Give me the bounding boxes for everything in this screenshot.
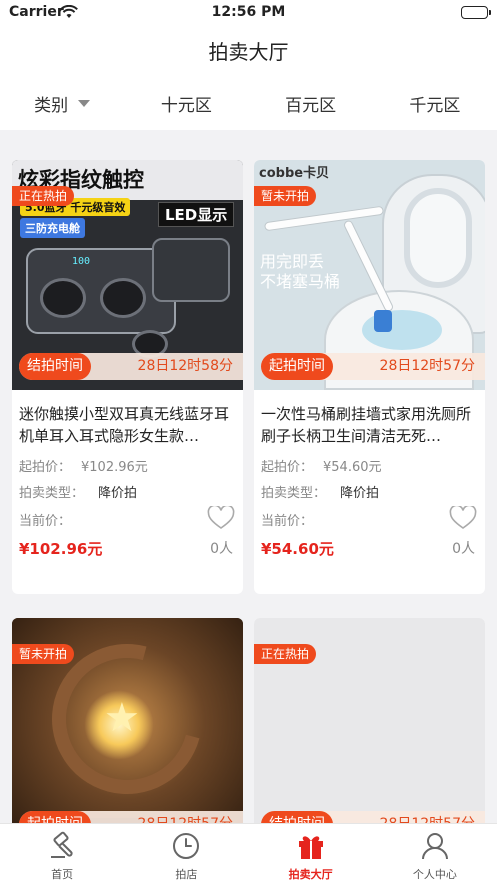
auction-type-row: 拍卖类型： 降价拍 xyxy=(261,482,379,501)
time-value: 28日12时58分 xyxy=(137,358,233,374)
tab-auction-hall[interactable]: 拍卖大厅 xyxy=(249,824,373,883)
start-price-label: 起拍价： xyxy=(19,460,72,475)
filter-thousand-yuan[interactable]: 千元区 xyxy=(373,76,497,130)
image-text: 用完即丢 xyxy=(260,252,325,271)
time-label: 起拍时间 xyxy=(261,353,333,380)
auction-card[interactable]: ★ 暂未开拍 起拍时间 28日12时57分 xyxy=(12,618,243,823)
auction-time-strip: 结拍时间 28日12时58分 xyxy=(19,353,243,380)
navigation-bar: 拍卖大厅 xyxy=(0,26,497,76)
auction-type-value: 降价拍 xyxy=(98,486,138,501)
image-text: LED显示 xyxy=(158,202,235,227)
gift-icon xyxy=(298,836,323,859)
filter-category-label: 类别 xyxy=(34,95,69,116)
start-price-row: 起拍价： ¥102.96元 xyxy=(19,456,148,475)
auction-card[interactable]: 正在热拍 结拍时间 28日12时57分 xyxy=(254,618,485,823)
heart-icon[interactable] xyxy=(207,504,235,534)
filter-hundred-yuan[interactable]: 百元区 xyxy=(249,76,373,130)
filter-ten-yuan[interactable]: 十元区 xyxy=(124,76,248,130)
bidder-count: 0人 xyxy=(210,541,233,557)
tab-label: 拍卖大厅 xyxy=(288,868,333,881)
time-label: 结拍时间 xyxy=(261,811,333,823)
auction-time-strip: 起拍时间 28日12时57分 xyxy=(19,811,243,823)
tab-label: 首页 xyxy=(51,868,74,881)
image-text: 不堵塞马桶 xyxy=(260,272,341,291)
status-badge: 暂未开拍 xyxy=(254,186,317,206)
caret-down-icon xyxy=(78,99,91,107)
tab-profile[interactable]: 个人中心 xyxy=(373,824,497,883)
status-badge: 暂未开拍 xyxy=(12,644,75,664)
time-value: 28日12时57分 xyxy=(138,811,233,823)
time-label: 结拍时间 xyxy=(19,353,91,380)
current-price-value: ¥102.96元 xyxy=(19,540,103,558)
auction-type-label: 拍卖类型： xyxy=(19,486,85,501)
filter-category[interactable]: 类别 xyxy=(0,76,124,130)
image-text: 三防充电舱 xyxy=(20,218,85,238)
status-badge: 正在热拍 xyxy=(12,186,75,206)
auction-type-value: 降价拍 xyxy=(340,486,380,501)
tab-bar: 首页 拍店 拍卖大厅 个人中心 xyxy=(0,823,497,883)
current-price-value: ¥54.60元 xyxy=(261,540,334,558)
tab-home[interactable]: 首页 xyxy=(0,824,124,883)
product-title: 一次性马桶刷挂墙式家用洗厕所刷子长柄卫生间清洁无死… xyxy=(261,405,472,445)
current-price-label: 当前价： xyxy=(19,514,72,529)
filter-label: 千元区 xyxy=(409,95,461,116)
time-value: 28日12时57分 xyxy=(379,358,475,374)
auction-grid: 炫彩指纹触控 5.0蓝牙 千元级音效 三防充电舱 LED显示 100 正在热拍 … xyxy=(0,130,497,823)
auction-time-strip: 结拍时间 28日12时57分 xyxy=(261,811,485,823)
heart-icon[interactable] xyxy=(449,504,477,534)
start-price-row: 起拍价： ¥54.60元 xyxy=(261,456,382,475)
bidder-count: 0人 xyxy=(452,541,475,557)
auction-time-strip: 起拍时间 28日12时57分 xyxy=(261,353,485,380)
hammer-icon xyxy=(51,831,73,858)
page-title: 拍卖大厅 xyxy=(208,40,289,64)
clock-time: 12:56 PM xyxy=(211,4,286,20)
filter-label: 十元区 xyxy=(160,95,212,116)
filter-label: 百元区 xyxy=(285,95,337,116)
tab-shop[interactable]: 拍店 xyxy=(124,824,248,883)
auction-card[interactable]: 炫彩指纹触控 5.0蓝牙 千元级音效 三防充电舱 LED显示 100 正在热拍 … xyxy=(12,160,243,594)
clock-icon xyxy=(173,833,200,859)
filter-bar: 类别 十元区 百元区 千元区 xyxy=(0,76,497,130)
auction-type-label: 拍卖类型： xyxy=(261,486,327,501)
current-price-label: 当前价： xyxy=(261,514,314,529)
tab-label: 个人中心 xyxy=(412,868,457,881)
battery-icon xyxy=(461,6,491,19)
time-value: 28日12时57分 xyxy=(380,811,475,823)
status-badge: 正在热拍 xyxy=(254,644,317,664)
tab-label: 拍店 xyxy=(175,868,198,881)
auction-card[interactable]: cobbe卡贝 用完即丢 不堵塞马桶 暂未开拍 起拍时间 28日12时57分 一… xyxy=(254,160,485,594)
time-label: 起拍时间 xyxy=(19,811,91,823)
auction-type-row: 拍卖类型： 降价拍 xyxy=(19,482,137,501)
start-price-value: ¥54.60元 xyxy=(323,460,382,475)
image-brand: cobbe卡贝 xyxy=(259,166,330,181)
start-price-label: 起拍价： xyxy=(261,460,314,475)
status-bar: Carrier 12:56 PM xyxy=(0,0,497,26)
person-icon xyxy=(421,833,448,860)
product-title: 迷你触摸小型双耳真无线蓝牙耳机单耳入耳式隐形女生款… xyxy=(19,405,230,445)
start-price-value: ¥102.96元 xyxy=(81,460,148,475)
